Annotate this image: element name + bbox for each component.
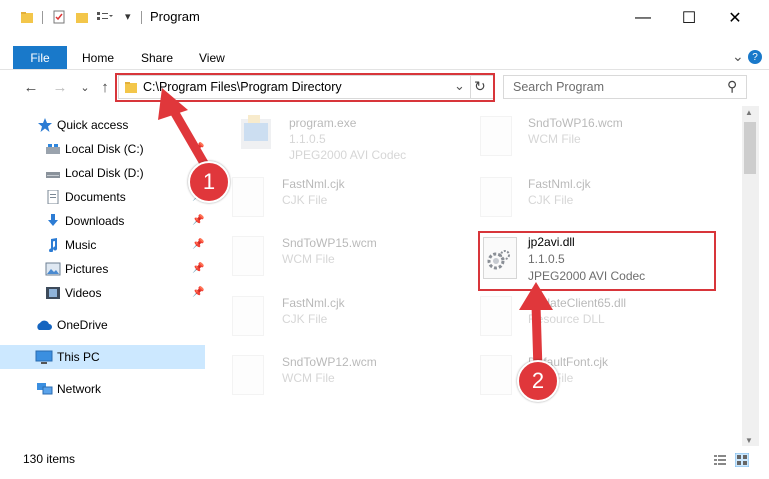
arrow-2 [519, 282, 553, 375]
step-badge-1: 1 [188, 161, 230, 203]
step-badge-2: 2 [517, 360, 559, 402]
annotation-arrows [158, 88, 553, 375]
